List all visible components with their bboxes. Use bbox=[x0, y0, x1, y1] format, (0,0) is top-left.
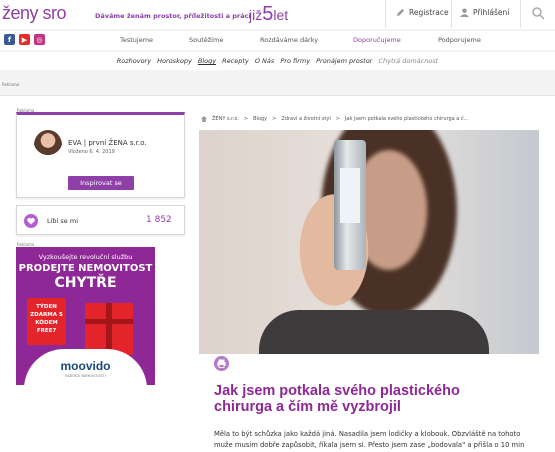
subnav-item-pronajem-prostor[interactable]: Pronájem prostor bbox=[316, 57, 372, 65]
site-logo[interactable]: ženy sro bbox=[2, 3, 67, 24]
anniversary-prefix: již bbox=[249, 7, 263, 23]
breadcrumb-item[interactable]: Blogy bbox=[253, 116, 267, 122]
ad-brand-logo: moovido bbox=[60, 359, 111, 373]
header-divider bbox=[385, 0, 386, 28]
subnav-item-pro-firmy[interactable]: Pro firmy bbox=[280, 57, 310, 65]
nav-item-rozdavame-darky[interactable]: Rozdáváme dárky bbox=[260, 36, 318, 44]
article-image bbox=[199, 130, 539, 354]
breadcrumb: ŽENY s.r.o. > Blogy > Zdraví a životní s… bbox=[201, 116, 468, 122]
ad-label: Reklama bbox=[2, 82, 20, 87]
register-link[interactable]: Registrace bbox=[396, 8, 449, 17]
anniversary-logo: již5let bbox=[249, 3, 288, 26]
home-icon[interactable] bbox=[201, 116, 207, 122]
youtube-icon[interactable]: ▶ bbox=[19, 34, 30, 45]
register-label: Registrace bbox=[409, 8, 449, 17]
facebook-icon[interactable]: f bbox=[4, 34, 15, 45]
ad-brand-subtitle: INZERCE NEMOVITOSTÍ bbox=[65, 374, 106, 378]
subnav-item-chytra-domacnost[interactable]: Chytrá domácnost bbox=[378, 57, 438, 65]
ad-line-3: CHYTŘE bbox=[54, 275, 117, 291]
breadcrumb-separator: > bbox=[243, 116, 249, 122]
user-icon bbox=[460, 8, 469, 17]
nav-item-soutezime[interactable]: Soutěžíme bbox=[189, 36, 223, 44]
gift-icon bbox=[85, 303, 133, 355]
search-icon[interactable] bbox=[531, 6, 545, 20]
instagram-icon[interactable]: ◎ bbox=[34, 34, 45, 45]
login-link[interactable]: Přihlášení bbox=[460, 8, 509, 17]
breadcrumb-current: Jak jsem potkala svého plastického chiru… bbox=[344, 116, 469, 122]
print-icon[interactable] bbox=[214, 356, 229, 371]
breadcrumb-item[interactable]: Zdraví a životní styl bbox=[281, 116, 330, 122]
subnav-item-recepty[interactable]: Recepty bbox=[222, 57, 249, 65]
nav-item-doporucujeme[interactable]: Doporučujeme bbox=[353, 36, 401, 44]
anniversary-number: 5 bbox=[262, 3, 274, 25]
main-nav: f ▶ ◎ Testujeme Soutěžíme Rozdáváme dárk… bbox=[0, 31, 555, 50]
anniversary-suffix: let bbox=[273, 7, 289, 23]
heart-icon[interactable] bbox=[24, 214, 38, 228]
pen-icon bbox=[396, 8, 405, 17]
ad-line-1: Vyzkoušejte revoluční službu bbox=[38, 253, 133, 261]
ad-promo-badge: TÝDEN ZDARMA S KÓDEM FREE7 bbox=[27, 298, 66, 345]
subnav-item-o-nas[interactable]: O Nás bbox=[255, 57, 274, 65]
breadcrumb-item[interactable]: ŽENY s.r.o. bbox=[212, 116, 239, 122]
inspire-button[interactable]: Inspirovat se bbox=[68, 176, 134, 190]
nav-item-podporujeme[interactable]: Podporujeme bbox=[438, 36, 481, 44]
sub-nav: Rozhovory Horoskopy Blogy Recepty O Nás … bbox=[0, 52, 555, 70]
login-label: Přihlášení bbox=[473, 8, 510, 17]
like-label: Líbí se mi bbox=[47, 217, 79, 225]
nav-item-testujeme[interactable]: Testujeme bbox=[120, 36, 153, 44]
author-card: EVA | první ŽENA s.r.o. Vloženo 6. 4. 20… bbox=[16, 112, 185, 198]
avatar[interactable] bbox=[34, 130, 62, 160]
post-date: Vloženo 6. 4. 2019 bbox=[68, 149, 115, 155]
header-divider bbox=[520, 0, 521, 28]
subnav-item-blogy[interactable]: Blogy bbox=[198, 57, 216, 65]
site-header: ženy sro Dáváme ženám prostor, příležito… bbox=[0, 0, 555, 29]
article-title: Jak jsem potkala svého plastického chiru… bbox=[214, 383, 460, 415]
ad-line-2: PRODEJTE NEMOVITOST bbox=[18, 263, 153, 274]
like-box[interactable]: Líbí se mi 1 852 bbox=[16, 205, 185, 235]
ad-banner[interactable]: Vyzkoušejte revoluční službu PRODEJTE NE… bbox=[16, 247, 155, 385]
subnav-item-horoskopy[interactable]: Horoskopy bbox=[157, 57, 192, 65]
article-perex: Měla to být schůzka jako každá jiná. Nas… bbox=[214, 430, 525, 449]
subnav-item-rozhovory[interactable]: Rozhovory bbox=[117, 57, 151, 65]
like-count: 1 852 bbox=[146, 215, 172, 225]
image-serum-bottle bbox=[334, 140, 366, 270]
site-tagline: Dáváme ženám prostor, příležitosti a prá… bbox=[95, 12, 251, 20]
breadcrumb-separator: > bbox=[272, 116, 277, 122]
author-name[interactable]: EVA | první ŽENA s.r.o. bbox=[68, 139, 147, 147]
header-divider bbox=[451, 0, 452, 28]
social-links: f ▶ ◎ bbox=[4, 34, 45, 45]
breadcrumb-separator: > bbox=[335, 116, 340, 122]
image-shirt bbox=[259, 310, 489, 354]
